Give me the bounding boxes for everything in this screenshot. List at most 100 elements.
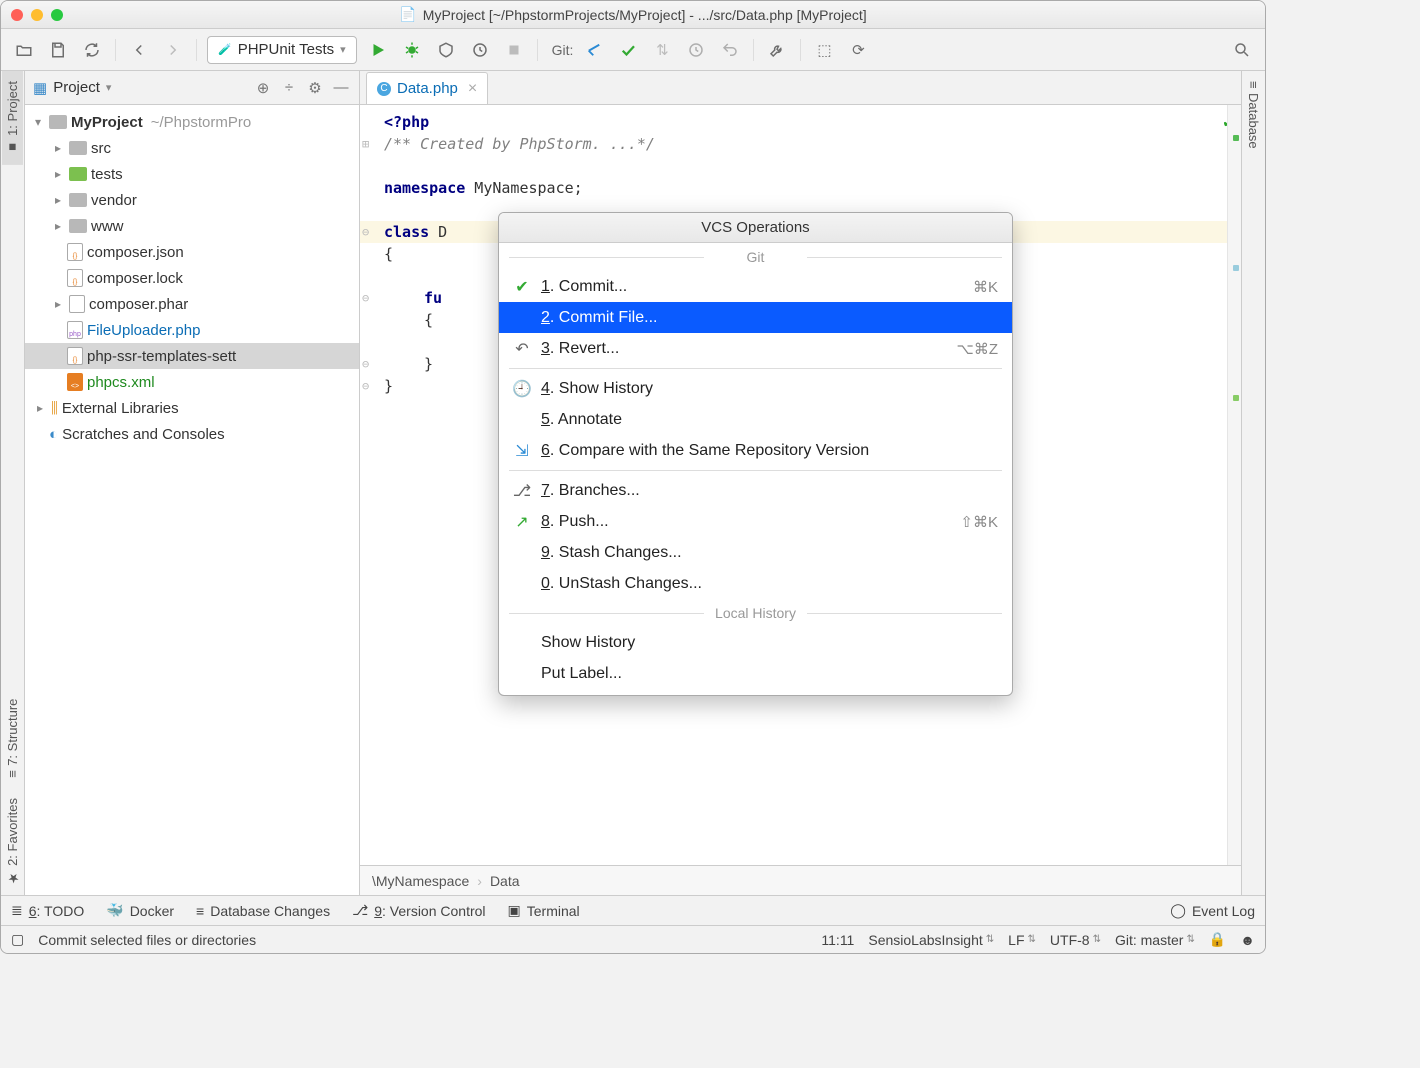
- save-icon[interactable]: [45, 37, 71, 63]
- popup-item-push[interactable]: ↗ 8. Push... ⇧⌘K: [499, 506, 1012, 537]
- hide-icon[interactable]: —: [331, 78, 351, 98]
- tree-item-tests[interactable]: ▸tests: [25, 161, 359, 187]
- update-icon[interactable]: [581, 37, 607, 63]
- tool-structure-tab[interactable]: ≡7: Structure: [2, 689, 23, 788]
- coverage-icon[interactable]: [433, 37, 459, 63]
- chevron-down-icon[interactable]: ▾: [31, 115, 45, 129]
- stop-icon[interactable]: [501, 37, 527, 63]
- popup-item-unstash[interactable]: 0. UnStash Changes...: [499, 568, 1012, 599]
- popup-item-branches[interactable]: ⎇ 7. Branches...: [499, 475, 1012, 506]
- folder-icon: [69, 167, 87, 181]
- run-config-label: PHPUnit Tests: [238, 41, 334, 58]
- open-icon[interactable]: [11, 37, 37, 63]
- bubble-icon: ◯: [1170, 902, 1186, 919]
- run-config-dropdown[interactable]: 🧪 PHPUnit Tests ▾: [207, 36, 357, 64]
- run-icon[interactable]: [365, 37, 391, 63]
- editor-tab-label: Data.php: [397, 80, 458, 97]
- tree-item-composer-lock[interactable]: {}composer.lock: [25, 265, 359, 291]
- caret-position[interactable]: 11:11: [821, 932, 854, 948]
- ide-window: 📄 MyProject [~/PhpstormProjects/MyProjec…: [0, 0, 1266, 954]
- collapse-icon[interactable]: ÷: [279, 78, 299, 98]
- breadcrumbs[interactable]: \MyNamespace › Data: [360, 865, 1241, 895]
- close-tab-icon[interactable]: ×: [468, 80, 477, 98]
- editor-tab-data[interactable]: C Data.php ×: [366, 72, 488, 104]
- tree-item-src[interactable]: ▸src: [25, 135, 359, 161]
- marker-ok-icon[interactable]: [1233, 135, 1239, 141]
- tool-database-tab[interactable]: ≡Database: [1243, 71, 1264, 158]
- lock-icon[interactable]: 🔒: [1209, 931, 1226, 948]
- fold-icon[interactable]: ⊖: [362, 353, 369, 375]
- tab-todo[interactable]: ≣6: TODO: [11, 902, 84, 919]
- tree-external-libs[interactable]: ▸⫼External Libraries: [25, 395, 359, 421]
- left-tool-gutter: ■1: Project ≡7: Structure ★2: Favorites: [1, 71, 25, 895]
- tree-item-phpcs[interactable]: <>phpcs.xml: [25, 369, 359, 395]
- tree-item-www[interactable]: ▸www: [25, 213, 359, 239]
- tree-item-fileuploader[interactable]: phpFileUploader.php: [25, 317, 359, 343]
- tab-docker[interactable]: 🐳Docker: [106, 902, 174, 919]
- popup-item-put-label[interactable]: Put Label...: [499, 658, 1012, 689]
- fold-icon[interactable]: ⊖: [362, 287, 369, 309]
- tree-item-ssr-templates[interactable]: {}php-ssr-templates-sett: [25, 343, 359, 369]
- profile-icon[interactable]: [467, 37, 493, 63]
- popup-item-show-history[interactable]: 🕘 4. Show History: [499, 373, 1012, 404]
- rollback-icon[interactable]: [717, 37, 743, 63]
- back-icon[interactable]: [126, 37, 152, 63]
- tree-scratches[interactable]: ◐Scratches and Consoles: [25, 421, 359, 447]
- tab-terminal[interactable]: ▣Terminal: [508, 902, 580, 919]
- tab-db-changes[interactable]: ≡Database Changes: [196, 903, 330, 919]
- fold-icon[interactable]: ⊖: [362, 221, 369, 243]
- fold-icon[interactable]: ⊞: [362, 133, 369, 155]
- tool-windows-icon[interactable]: ▢: [11, 931, 24, 948]
- popup-item-commit[interactable]: ✔ 1. Commit... ⌘K: [499, 271, 1012, 302]
- popup-item-stash[interactable]: 9. Stash Changes...: [499, 537, 1012, 568]
- popup-item-compare[interactable]: ⇲ 6. Compare with the Same Repository Ve…: [499, 435, 1012, 466]
- settings-wrench-icon[interactable]: [764, 37, 790, 63]
- locate-icon[interactable]: ⊕: [253, 78, 273, 98]
- tree-root[interactable]: ▾ MyProject ~/PhpstormPro: [25, 109, 359, 135]
- compare-icon[interactable]: ⇅: [649, 37, 675, 63]
- minimize-window-icon[interactable]: [31, 9, 43, 21]
- deploy-icon[interactable]: ⬚: [811, 37, 837, 63]
- tab-vcs[interactable]: ⎇9: Version Control: [352, 902, 485, 919]
- file-icon: {}: [67, 269, 83, 287]
- zoom-window-icon[interactable]: [51, 9, 63, 21]
- chevron-down-icon[interactable]: ▾: [106, 81, 112, 94]
- project-panel-title[interactable]: Project: [53, 79, 100, 96]
- search-everywhere-icon[interactable]: [1229, 37, 1255, 63]
- download-icon[interactable]: ⟳: [845, 37, 871, 63]
- project-tree[interactable]: ▾ MyProject ~/PhpstormPro ▸src ▸tests ▸v…: [25, 105, 359, 895]
- file-icon: {}: [67, 347, 83, 365]
- debug-icon[interactable]: [399, 37, 425, 63]
- insight-widget[interactable]: SensioLabsInsight⇅: [868, 932, 994, 948]
- popup-item-annotate[interactable]: 5. Annotate: [499, 404, 1012, 435]
- tree-item-vendor[interactable]: ▸vendor: [25, 187, 359, 213]
- line-ending[interactable]: LF⇅: [1008, 932, 1036, 948]
- sync-icon[interactable]: [79, 37, 105, 63]
- error-stripe[interactable]: [1227, 105, 1241, 865]
- tool-project-tab[interactable]: ■1: Project: [2, 71, 23, 165]
- window-title-text: MyProject [~/PhpstormProjects/MyProject]…: [423, 7, 867, 23]
- popup-item-local-history[interactable]: Show History: [499, 627, 1012, 658]
- main-toolbar: 🧪 PHPUnit Tests ▾ Git: ⇅ ⬚ ⟳: [1, 29, 1265, 71]
- breadcrumb-class[interactable]: Data: [490, 873, 520, 889]
- tree-item-composer-phar[interactable]: ▸composer.phar: [25, 291, 359, 317]
- breadcrumb-ns[interactable]: \MyNamespace: [372, 873, 469, 889]
- popup-item-revert[interactable]: ↶ 3. Revert... ⌥⌘Z: [499, 333, 1012, 364]
- commit-icon[interactable]: [615, 37, 641, 63]
- tree-item-composer-json[interactable]: {}composer.json: [25, 239, 359, 265]
- tab-event-log[interactable]: ◯Event Log: [1170, 902, 1255, 919]
- marker-info-icon[interactable]: [1233, 265, 1239, 271]
- popup-item-commit-file[interactable]: 2. Commit File...: [499, 302, 1012, 333]
- gear-icon[interactable]: ⚙: [305, 78, 325, 98]
- close-window-icon[interactable]: [11, 9, 23, 21]
- tool-favorites-tab[interactable]: ★2: Favorites: [2, 788, 23, 895]
- marker-ok-icon[interactable]: [1233, 395, 1239, 401]
- docker-icon: 🐳: [106, 902, 123, 919]
- encoding[interactable]: UTF-8⇅: [1050, 932, 1101, 948]
- forward-icon[interactable]: [160, 37, 186, 63]
- git-branch[interactable]: Git: master⇅: [1115, 932, 1195, 948]
- popup-separator: [509, 368, 1002, 369]
- history-icon[interactable]: [683, 37, 709, 63]
- hector-icon[interactable]: ☻: [1240, 932, 1255, 948]
- fold-icon[interactable]: ⊖: [362, 375, 369, 397]
